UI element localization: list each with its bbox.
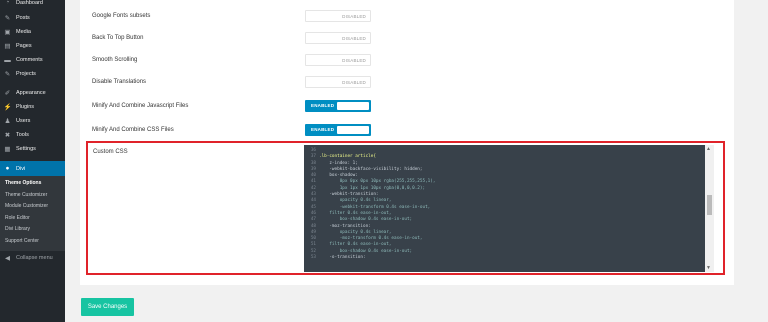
line-text: -o-transition: (319, 255, 366, 261)
save-changes-button[interactable]: Save Changes (81, 298, 134, 316)
option-toggle[interactable]: DISABLED (305, 10, 371, 22)
option-label: Minify And Combine Javascript Files (92, 103, 189, 109)
toggle-state-label: DISABLED (342, 57, 366, 63)
submenu-item-theme-customizer[interactable]: Theme Customizer (0, 190, 65, 202)
sidebar-item-label: Comments (16, 57, 43, 63)
sidebar-item-plugins[interactable]: ⚡ Plugins (0, 100, 65, 114)
line-text: 1px 1px 1px 10px rgba(0,0,0,0.2); (319, 185, 426, 191)
option-label: Google Fonts subsets (92, 13, 151, 19)
sidebar-item-pages[interactable]: ▤ Pages (0, 39, 65, 53)
option-toggle[interactable]: DISABLED (305, 32, 371, 44)
scroll-thumb[interactable] (707, 195, 712, 215)
code-line: 53 -o-transition: (304, 255, 435, 261)
line-text: -webkit-transform 0.4s ease-in-out, (319, 204, 431, 210)
sidebar-item-label: Projects (16, 71, 36, 77)
page-icon: ▤ (4, 43, 11, 50)
sidebar-item-comments[interactable]: ▬ Comments (0, 53, 65, 67)
sidebar-item-label: Settings (16, 146, 36, 152)
line-text: z-index: 1; (319, 160, 358, 166)
line-text: -webkit-transition: (319, 192, 379, 198)
collapse-icon: ◀ (5, 255, 10, 262)
sidebar-item-appearance[interactable]: ✐ Appearance (0, 86, 65, 100)
option-toggle[interactable]: DISABLED (305, 76, 371, 88)
collapse-menu-label: Collapse menu (16, 255, 53, 261)
sidebar-item-tools[interactable]: ✖ Tools (0, 128, 65, 142)
sidebar-item-settings[interactable]: ▦ Settings (0, 142, 65, 156)
dashboard-icon: ◔ (5, 0, 10, 6)
custom-css-label: Custom CSS (93, 149, 128, 155)
submenu-item-divi-library[interactable]: Divi Library (0, 224, 65, 236)
sidebar-item-label: Divi (16, 165, 26, 172)
submenu-item-theme-options[interactable]: Theme Options (0, 178, 65, 190)
sidebar-item-label: Plugins (16, 104, 35, 110)
comment-icon: ▬ (4, 56, 11, 64)
plugin-icon: ⚡ (3, 104, 12, 111)
settings-icon: ▦ (4, 146, 11, 153)
divi-submenu: Theme Options Theme Customizer Module Cust… (0, 176, 65, 251)
line-text: .lb-container article{ (319, 154, 376, 160)
toggle-state-label: ENABLED (311, 126, 335, 132)
toggle-state-label: ENABLED (311, 102, 335, 108)
line-text: -moz-transition: (319, 223, 371, 229)
option-label: Back To Top Button (92, 35, 144, 41)
scroll-up-icon[interactable]: ▲ (706, 146, 711, 152)
code-content[interactable]: 36 37 .lb-container article{38 z-index: 1;… (304, 148, 436, 261)
option-toggle[interactable]: DISABLED (305, 54, 371, 66)
custom-css-editor[interactable]: 36 37 .lb-container article{38 z-index: 1;… (304, 145, 714, 272)
submenu-item-role-editor[interactable]: Role Editor (0, 213, 65, 225)
line-text: 0px 0px 0px 10px rgba(255,255,255,1), (319, 179, 436, 185)
user-icon: ♟ (4, 118, 11, 125)
line-text: filter 0.4s ease-in-out, (319, 242, 392, 248)
submenu-item-module-customizer[interactable]: Module Customizer (0, 201, 65, 213)
option-toggle[interactable]: ENABLED (305, 124, 371, 136)
editor-scrollbar[interactable]: ▲ ▼ (705, 145, 714, 272)
collapse-menu-button[interactable]: ◀ Collapse menu (0, 251, 65, 265)
option-label: Minify And Combine CSS Files (92, 127, 174, 133)
sidebar-item-media[interactable]: ▣ Media (0, 25, 65, 39)
line-text: -webkit-backface-visibility: hidden; (319, 166, 423, 172)
sidebar-item-label: Posts (16, 15, 30, 21)
scroll-down-icon[interactable]: ▼ (706, 265, 711, 271)
line-text: box-shadow 0.4s ease-in-out; (319, 248, 413, 254)
line-text: filter 0.4s ease-in-out, (319, 210, 392, 216)
line-number: 53 (310, 255, 316, 261)
divi-icon: ● (5, 165, 10, 172)
media-icon: ▣ (4, 29, 11, 36)
toggle-state-label: DISABLED (342, 35, 366, 41)
sidebar-item-posts[interactable]: ✎ Posts (0, 11, 65, 25)
line-text: box-shadow: (319, 173, 358, 179)
sidebar-item-label: Dashboard (16, 0, 43, 6)
brush-icon: ✐ (4, 90, 11, 97)
sidebar-item-label: Media (16, 29, 31, 35)
line-text: -moz-transform 0.4s ease-in-out, (319, 236, 423, 242)
wrench-icon: ✖ (4, 132, 11, 139)
sidebar-item-label: Pages (16, 43, 32, 49)
sidebar-item-divi[interactable]: ● Divi (0, 161, 65, 176)
sidebar-item-users[interactable]: ♟ Users (0, 114, 65, 128)
custom-css-section: Custom CSS 36 37 .lb-container article{38 … (86, 141, 725, 275)
line-text: box-shadow 0.4s ease-in-out; (319, 217, 413, 223)
sidebar-item-label: Users (16, 118, 31, 124)
sidebar-item-label: Appearance (16, 90, 46, 96)
toggle-state-label: DISABLED (342, 79, 366, 85)
line-text: opacity 0.4s linear, (319, 229, 392, 235)
sidebar-item-label: Tools (16, 132, 29, 138)
option-label: Disable Translations (92, 79, 147, 85)
toggle-knob (337, 126, 369, 134)
option-label: Smooth Scrolling (92, 57, 138, 63)
option-toggle[interactable]: ENABLED (305, 100, 371, 112)
admin-sidebar: ◔ Dashboard ✎ Posts ▣ Media ▤ Pages ▬ Comments ✎ Pr… (0, 0, 65, 322)
pin-icon: ✎ (4, 71, 11, 78)
submenu-item-support-center[interactable]: Support Center (0, 236, 65, 248)
line-text: opacity 0.4s linear, (319, 198, 392, 204)
sidebar-item-projects[interactable]: ✎ Projects (0, 67, 65, 81)
toggle-state-label: DISABLED (342, 13, 366, 19)
pin-icon: ✎ (4, 15, 11, 22)
toggle-knob (337, 102, 369, 110)
